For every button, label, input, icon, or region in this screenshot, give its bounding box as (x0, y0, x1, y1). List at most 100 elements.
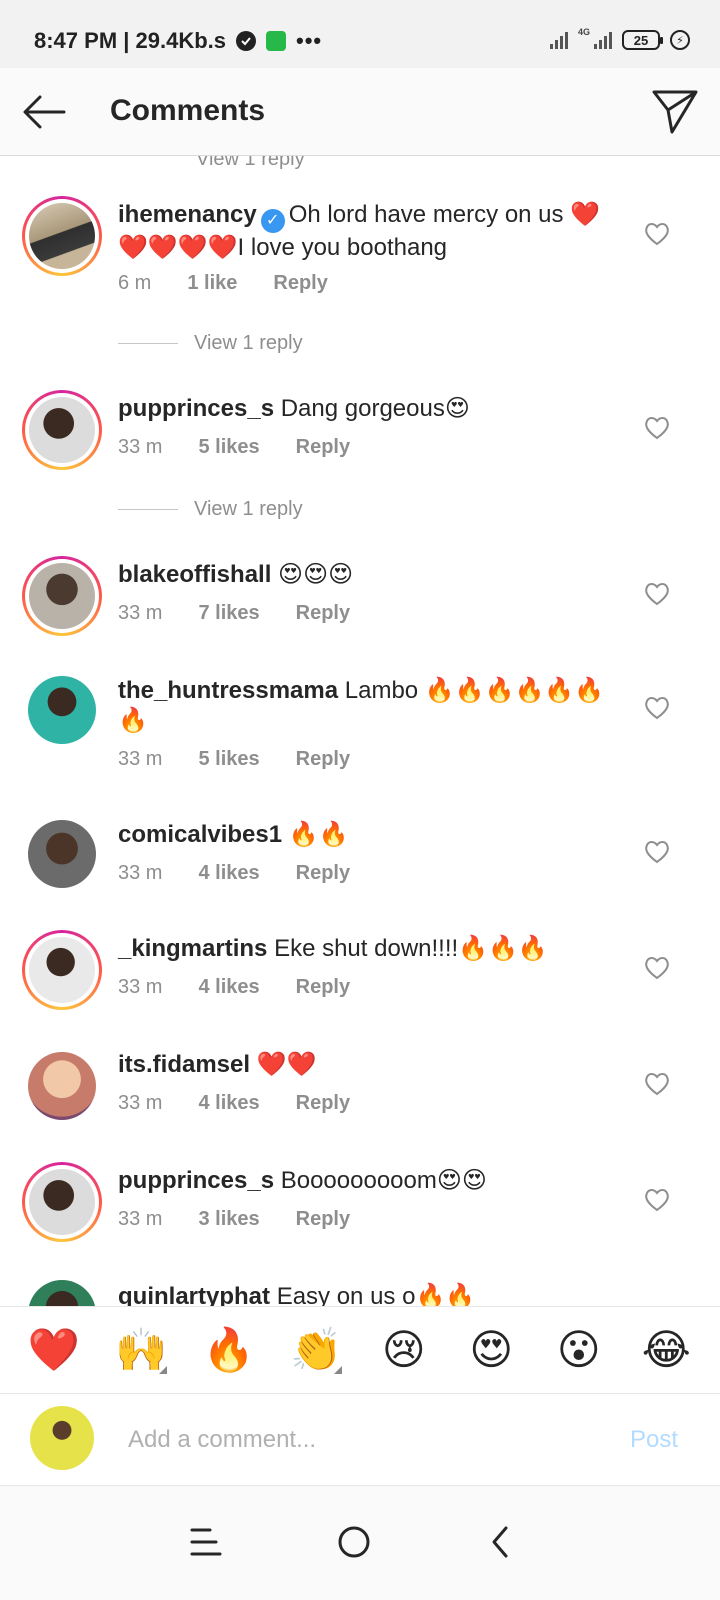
avatar[interactable] (22, 556, 102, 636)
comment-body: Dang gorgeous😍 (280, 395, 470, 422)
share-button[interactable] (650, 86, 700, 136)
comment-likes[interactable]: 3 likes (198, 1208, 259, 1231)
reply-button[interactable]: Reply (296, 602, 350, 625)
comment-likes[interactable]: 5 likes (198, 748, 259, 771)
divider (118, 343, 178, 344)
post-button[interactable]: Post (630, 1426, 678, 1454)
home-button[interactable] (324, 1512, 384, 1572)
variant-indicator-icon (159, 1366, 168, 1374)
heart-icon[interactable] (644, 582, 670, 606)
comment-username[interactable]: ihemenancy (118, 201, 257, 228)
view-replies-link[interactable]: View 1 reply (118, 498, 303, 521)
comment-likes[interactable]: 7 likes (198, 602, 259, 625)
emoji-surprised-face[interactable]: 😮 (551, 1326, 607, 1374)
emoji-fire[interactable]: 🔥 (201, 1326, 257, 1374)
system-back-button[interactable] (470, 1512, 530, 1572)
more-notifications-icon: ••• (296, 28, 323, 53)
reply-button[interactable]: Reply (296, 436, 350, 459)
heart-icon[interactable] (644, 840, 670, 864)
comment-time: 33 m (118, 1092, 163, 1114)
comment-meta: 33 m 4 likes Reply (118, 862, 350, 885)
comment-meta: 33 m 5 likes Reply (118, 748, 350, 771)
emoji-clapping-hands[interactable]: 👏 (288, 1326, 344, 1374)
reply-button[interactable]: Reply (296, 976, 350, 999)
variant-indicator-icon (334, 1366, 343, 1374)
comment-text: its.fidamsel ❤️❤️ (118, 1050, 608, 1080)
comment-meta: 33 m 5 likes Reply (118, 436, 350, 459)
heart-icon[interactable] (644, 222, 670, 246)
comment-username[interactable]: its.fidamsel (118, 1051, 250, 1078)
view-replies-link[interactable]: View 1 reply (118, 332, 303, 355)
avatar[interactable] (28, 820, 96, 888)
view-replies-link[interactable]: View 1 reply (196, 156, 305, 171)
comment-text: pupprinces_s Booooooooom😍😍 (118, 1166, 608, 1196)
heart-icon[interactable] (644, 956, 670, 980)
comment-body: Eke shut down!!!!🔥🔥🔥 (274, 935, 548, 962)
send-icon (652, 90, 698, 134)
divider (118, 509, 178, 510)
comment-meta: 6 m 1 like Reply (118, 272, 328, 295)
avatar[interactable] (22, 1162, 102, 1242)
comment-text: the_huntressmama Lambo 🔥🔥🔥🔥🔥🔥🔥 (118, 676, 608, 736)
avatar[interactable] (28, 676, 96, 744)
emoji-red-heart[interactable]: ❤️ (26, 1326, 82, 1374)
comment-likes[interactable]: 1 like (187, 272, 237, 295)
comment-time: 33 m (118, 976, 163, 998)
comment-likes[interactable]: 4 likes (198, 1092, 259, 1115)
heart-icon[interactable] (644, 1188, 670, 1212)
arrow-left-icon (23, 95, 66, 129)
recent-apps-button[interactable] (176, 1512, 236, 1572)
comment-text: ihemenancy ✓ Oh lord have mercy on us ❤️❤️… (118, 200, 608, 263)
signal-icon (549, 31, 568, 49)
emoji-heart-eyes[interactable]: 😍 (463, 1326, 519, 1374)
comment-username[interactable]: _kingmartins (118, 935, 267, 962)
comment-time: 33 m (118, 436, 163, 458)
comment-body: Booooooooom😍😍 (280, 1167, 487, 1194)
comment-username[interactable]: pupprinces_s (118, 1167, 274, 1194)
comment-meta: 33 m 4 likes Reply (118, 976, 350, 999)
network-type: 4G (577, 27, 590, 37)
page-title: Comments (110, 94, 266, 127)
battery-level: 25 (633, 32, 649, 48)
comment-body: 😍😍😍 (278, 561, 354, 588)
comment-composer: Post (0, 1394, 720, 1486)
comment-likes[interactable]: 4 likes (198, 862, 259, 885)
comment-username[interactable]: the_huntressmama (118, 677, 338, 704)
comment-text: blakeoffishall 😍😍😍 (118, 560, 608, 590)
comment-input[interactable] (128, 1422, 568, 1458)
comment-text: _kingmartins Eke shut down!!!!🔥🔥🔥 (118, 934, 608, 964)
avatar[interactable] (22, 390, 102, 470)
app-notification-icon (266, 31, 287, 51)
heart-icon[interactable] (644, 1072, 670, 1096)
comments-list[interactable]: View 1 reply ihemenancy ✓ Oh lord have mer… (0, 156, 720, 1330)
comment-text: pupprinces_s Dang gorgeous😍 (118, 394, 608, 424)
avatar[interactable] (22, 930, 102, 1010)
reply-button[interactable]: Reply (296, 862, 350, 885)
avatar[interactable] (28, 1052, 96, 1120)
heart-icon[interactable] (644, 416, 670, 440)
reply-button[interactable]: Reply (296, 1208, 350, 1231)
circle-icon (338, 1526, 370, 1558)
comment-likes[interactable]: 5 likes (198, 436, 259, 459)
header: Comments (0, 68, 720, 156)
comment-username[interactable]: comicalvibes1 (118, 821, 282, 848)
status-time: 8:47 PM | 29.4Kb.s (34, 28, 227, 53)
comment-text: comicalvibes1 🔥🔥 (118, 820, 608, 850)
comment-username[interactable]: blakeoffishall (118, 561, 271, 588)
comment-time: 33 m (118, 1208, 163, 1230)
comment-username[interactable]: pupprinces_s (118, 395, 274, 422)
reply-button[interactable]: Reply (273, 272, 327, 295)
emoji-crying-face[interactable]: 😢 (376, 1326, 432, 1374)
reply-button[interactable]: Reply (296, 1092, 350, 1115)
heart-icon[interactable] (644, 696, 670, 720)
back-button[interactable] (20, 88, 68, 136)
emoji-raising-hands[interactable]: 🙌 (113, 1326, 169, 1374)
emoji-laughing-face[interactable]: 😂 (638, 1326, 694, 1374)
comment-meta: 33 m 3 likes Reply (118, 1208, 350, 1231)
comment-likes[interactable]: 4 likes (198, 976, 259, 999)
comment-body: 🔥🔥 (288, 821, 349, 848)
menu-icon (190, 1528, 222, 1556)
reply-button[interactable]: Reply (296, 748, 350, 771)
avatar[interactable] (22, 196, 102, 276)
emoji-reaction-bar: ❤️ 🙌 🔥 👏 😢 😍 😮 😂 (0, 1306, 720, 1394)
